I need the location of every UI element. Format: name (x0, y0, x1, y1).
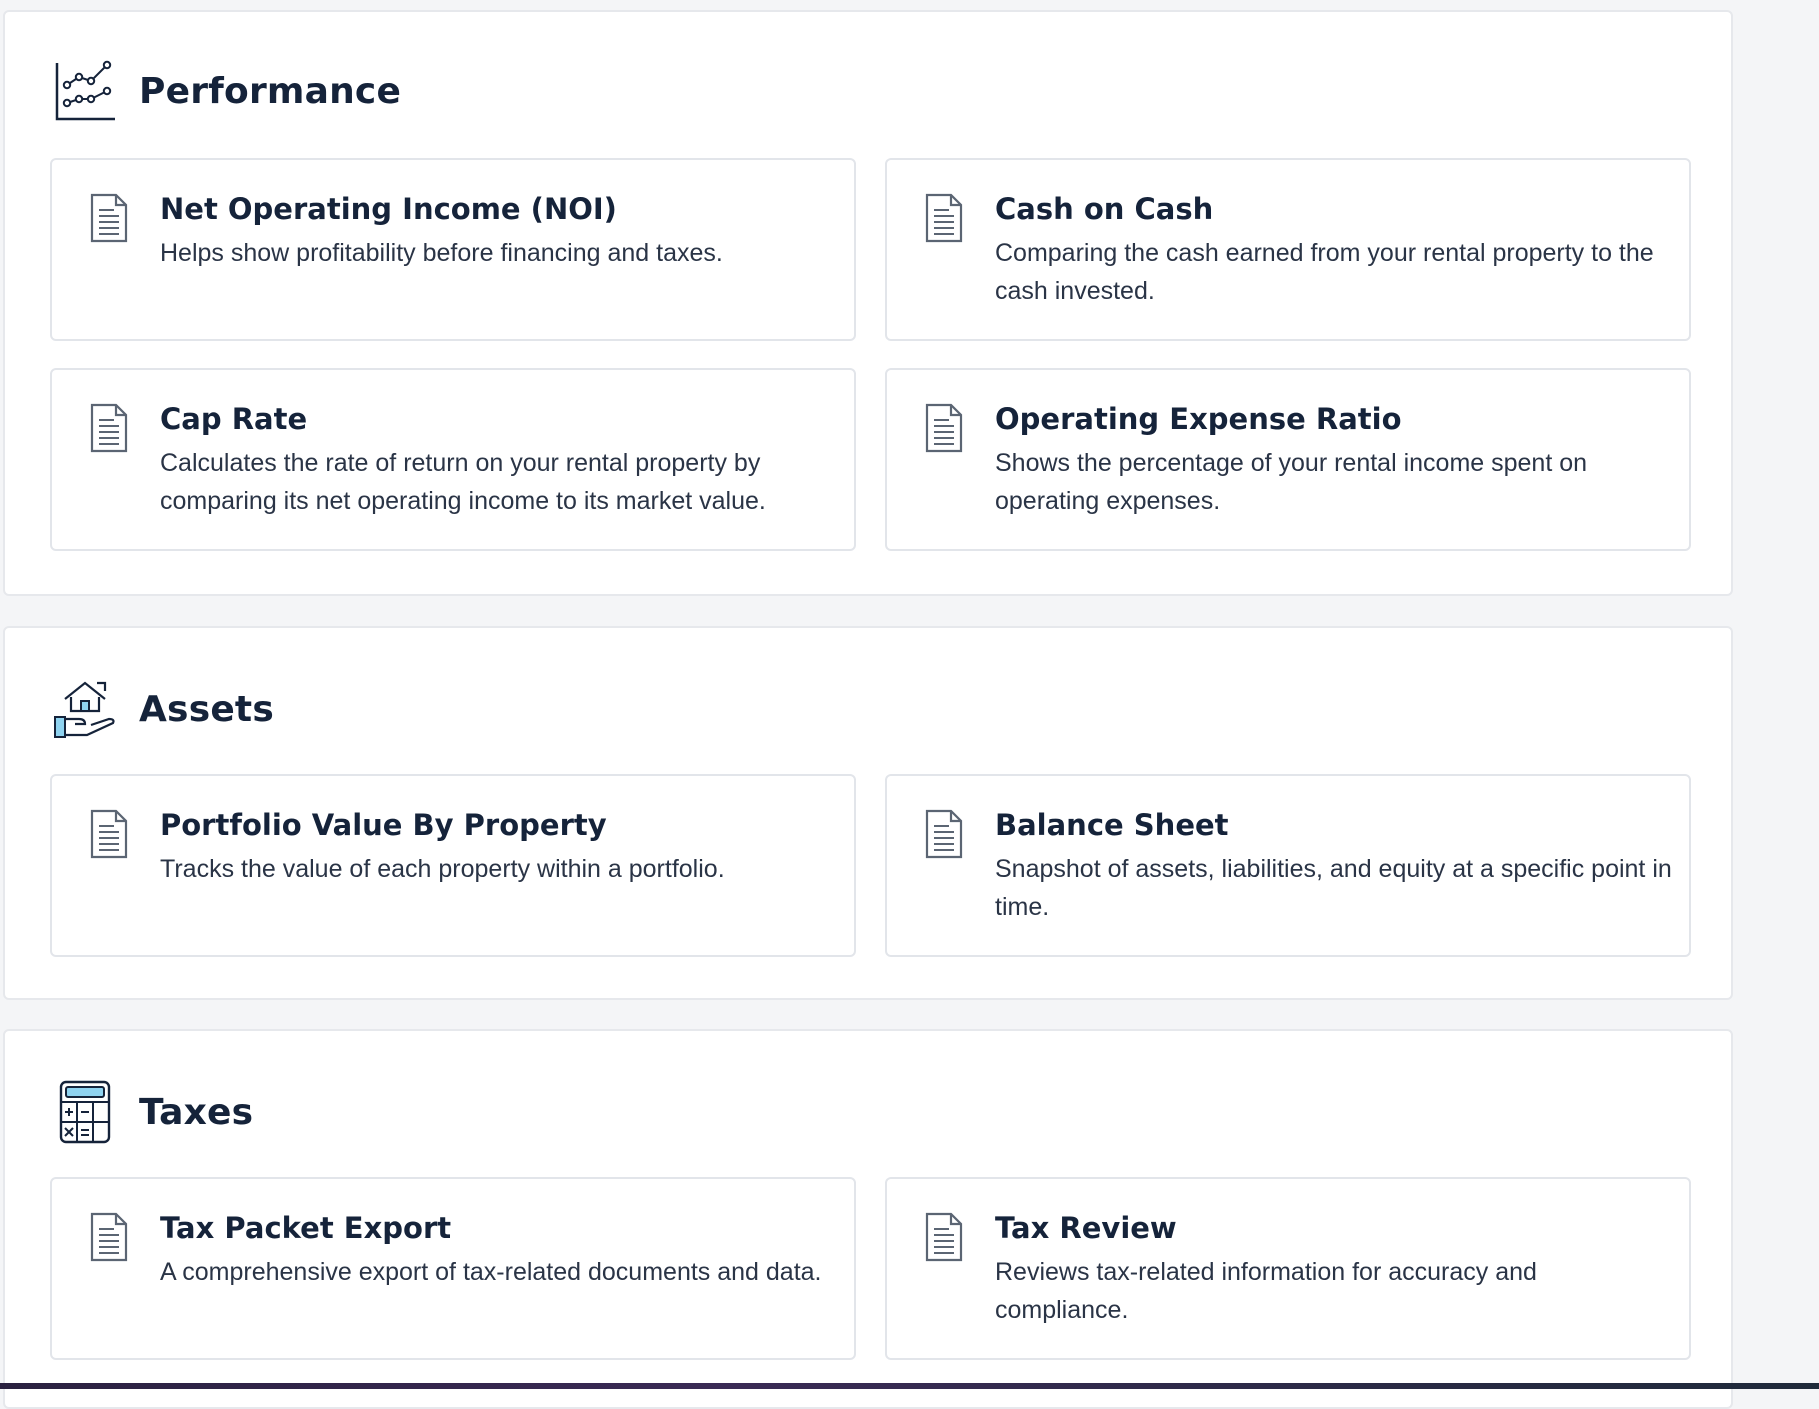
section-title-assets: Assets (139, 688, 274, 730)
card-description: Snapshot of assets, liabilities, and equ… (995, 855, 1672, 921)
document-icon (90, 403, 128, 453)
card-description: Shows the percentage of your rental inco… (995, 449, 1588, 515)
section-title-taxes: Taxes (139, 1091, 254, 1133)
taxes-section: Taxes Tax Packet Export A comprehensive … (3, 1029, 1733, 1409)
report-card-cash-on-cash[interactable]: Cash on Cash Comparing the cash earned f… (885, 158, 1691, 341)
card-description: Tracks the value of each property within… (160, 855, 725, 883)
report-card-tax-packet-export[interactable]: Tax Packet Export A comprehensive export… (50, 1177, 856, 1360)
card-title: Tax Review (995, 1211, 1177, 1245)
performance-section: Performance Net Operating Income (NOI) H… (3, 10, 1733, 596)
document-icon (925, 809, 963, 859)
performance-header: Performance (53, 58, 401, 124)
assets-header: Assets (53, 676, 274, 742)
document-icon (90, 1212, 128, 1262)
card-description: Comparing the cash earned from your rent… (995, 239, 1654, 305)
card-description: A comprehensive export of tax-related do… (160, 1258, 822, 1286)
report-card-tax-review[interactable]: Tax Review Reviews tax-related informati… (885, 1177, 1691, 1360)
section-title-performance: Performance (139, 70, 402, 112)
report-card-operating-expense-ratio[interactable]: Operating Expense Ratio Shows the percen… (885, 368, 1691, 551)
house-in-hand-icon (53, 676, 117, 742)
card-title: Portfolio Value By Property (160, 808, 607, 842)
report-card-portfolio-value[interactable]: Portfolio Value By Property Tracks the v… (50, 774, 856, 957)
report-card-balance-sheet[interactable]: Balance Sheet Snapshot of assets, liabil… (885, 774, 1691, 957)
card-title: Cash on Cash (995, 192, 1214, 226)
card-title: Operating Expense Ratio (995, 402, 1402, 436)
document-icon (925, 1212, 963, 1262)
line-chart-icon (53, 58, 117, 124)
document-icon (925, 403, 963, 453)
card-description: Helps show profitability before financin… (160, 239, 723, 267)
card-title: Balance Sheet (995, 808, 1229, 842)
card-description: Calculates the rate of return on your re… (160, 449, 766, 515)
card-title: Net Operating Income (NOI) (160, 192, 617, 226)
card-description: Reviews tax-related information for accu… (995, 1258, 1537, 1324)
document-icon (90, 809, 128, 859)
document-icon (925, 193, 963, 243)
document-icon (90, 193, 128, 243)
report-card-noi[interactable]: Net Operating Income (NOI) Helps show pr… (50, 158, 856, 341)
report-card-cap-rate[interactable]: Cap Rate Calculates the rate of return o… (50, 368, 856, 551)
assets-section: Assets Portfolio Value By Property Track… (3, 626, 1733, 1000)
calculator-icon (53, 1079, 117, 1145)
window-bottom-edge (0, 1383, 1819, 1389)
card-title: Tax Packet Export (160, 1211, 452, 1245)
taxes-header: Taxes (53, 1079, 253, 1145)
card-title: Cap Rate (160, 402, 308, 436)
